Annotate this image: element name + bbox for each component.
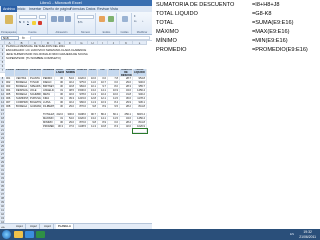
legend-row: TOTAL =SUMA(E9:E16)	[156, 19, 320, 28]
tray-language[interactable]: ES	[290, 232, 294, 236]
font-size-select[interactable]	[39, 15, 46, 19]
find-select-icon[interactable]: ⌕	[142, 20, 143, 23]
column-title[interactable]: APELLIDO	[29, 69, 42, 77]
align-left-icon[interactable]	[51, 16, 57, 22]
legend-label: MÍNIMO	[156, 38, 177, 44]
group-estilos: Estilos	[97, 13, 117, 34]
legend-formula: =PROMEDIO(E9:E16)	[252, 47, 308, 53]
taskbar: ES 19:32 21/06/2011	[0, 229, 320, 240]
column-header[interactable]: L	[133, 41, 147, 45]
column-title[interactable]: SUMATORIA DE DESCUENTO	[120, 69, 133, 77]
table-cell[interactable]: 30	[55, 105, 65, 109]
explorer-icon[interactable]	[14, 231, 23, 238]
table-cell[interactable]: FILIBERTO	[42, 105, 55, 109]
table-cell[interactable]: 29.0	[65, 105, 76, 109]
summary-cell[interactable]: 10.8	[98, 125, 108, 129]
summary-cell[interactable]: 32.0	[120, 125, 133, 129]
legend-label: TOTAL LIQUIDO	[156, 11, 198, 17]
sort-filter-icon[interactable]: A↓	[134, 20, 137, 23]
align-center-icon[interactable]	[58, 16, 64, 22]
font-name-select[interactable]	[19, 15, 37, 19]
group-numero: $ % Número	[76, 13, 96, 34]
percent-icon[interactable]: $ %	[78, 21, 82, 24]
fill-color-icon[interactable]	[32, 21, 36, 25]
column-title[interactable]: CODIGO	[5, 69, 15, 77]
summary-cell[interactable]: 1138.5	[76, 125, 88, 129]
column-title[interactable]: SUELDO	[76, 69, 88, 77]
column-title[interactable]: IGSS	[88, 69, 98, 77]
formula-legend: SUMATORIA DE DESCUENTO =I8+H8+J8 TOTAL LI…	[152, 0, 320, 229]
column-title[interactable]: TOTAL LIQUIDO	[133, 69, 147, 77]
column-title[interactable]: DESCUENTO	[108, 69, 120, 77]
group-celdas: Celdas	[118, 13, 132, 34]
column-title[interactable]: DEPARTAMENTO	[15, 69, 29, 77]
table-cell[interactable]: 870.0	[76, 105, 88, 109]
insert-cells-icon[interactable]	[122, 16, 128, 22]
legend-row: PROMEDIO =PROMEDIO(E9:E16)	[156, 46, 320, 55]
table-cell[interactable]: 28.2	[120, 105, 133, 109]
group-portapapeles: Portapapeles	[1, 13, 17, 34]
legend-row: MÍNIMO =MIN(E9:E16)	[156, 37, 320, 46]
quick-access-toolbar	[2, 1, 28, 14]
formula-input[interactable]	[30, 36, 150, 40]
table-cell[interactable]: GUZMAN	[29, 105, 42, 109]
summary-cell[interactable]: 30.3	[55, 125, 65, 129]
legend-label: MÁXIMO	[156, 29, 179, 35]
legend-formula: =I8+H8+J8	[252, 2, 280, 8]
legend-row: SUMATORIA DE DESCUENTO =I8+H8+J8	[156, 1, 320, 10]
summary-label[interactable]: PROMEDIO	[42, 125, 55, 129]
active-cell[interactable]	[132, 128, 148, 134]
table-cell[interactable]: 9.5	[108, 105, 120, 109]
legend-formula: =MIN(E9:E16)	[252, 38, 288, 44]
group-alineacion: Alineación	[49, 13, 75, 34]
group-modificar: Σ A↓ ⌕ Modificar	[134, 15, 148, 34]
legend-formula: =SUMA(E9:E16)	[252, 20, 294, 26]
conditional-format-icon[interactable]	[99, 16, 105, 22]
legend-formula: =MAX(E9:E16)	[252, 29, 290, 35]
excel-window: Libro1 - Microsoft Excel Archivo Inicio …	[0, 0, 152, 240]
table-cell[interactable]: 8.9	[98, 105, 108, 109]
banner-text: SUPERVISOR: [TU NOMBRE COMPLETO]	[6, 57, 61, 60]
number-format-select[interactable]	[77, 15, 94, 19]
spreadsheet-grid[interactable]: A B C D E F G H I J K L 1 PLANILLA MENSUAL DE SUELDOS…	[0, 41, 152, 223]
legend-formula: =G8-K8	[252, 11, 272, 17]
bold-icon[interactable]: N	[19, 21, 21, 24]
name-box[interactable]: N18	[1, 36, 19, 40]
column-title[interactable]: NOMBRE	[42, 69, 55, 77]
table-format-icon[interactable]	[108, 16, 114, 22]
ribbon: Portapapeles N K S Fuente Alineación $ %…	[0, 12, 152, 35]
column-header[interactable]: K	[120, 41, 133, 45]
paste-icon[interactable]	[5, 15, 13, 24]
wrap-text-icon[interactable]	[65, 16, 71, 22]
column-title[interactable]: DIAS LABORADOS	[55, 69, 65, 77]
summary-cell[interactable]: 8.3	[108, 125, 120, 129]
table-cell[interactable]: 841.8	[133, 105, 147, 109]
legend-row: MÁXIMO =MAX(E9:E16)	[156, 28, 320, 37]
column-title[interactable]: ISR	[98, 69, 108, 77]
table-cell[interactable]: 9.8	[88, 105, 98, 109]
start-button[interactable]	[2, 230, 11, 239]
legend-row: TOTAL LIQUIDO =G8-K8	[156, 10, 320, 19]
clock[interactable]: 19:32 21/06/2011	[299, 230, 316, 239]
italic-icon[interactable]: K	[23, 21, 25, 24]
legend-label: PROMEDIO	[156, 47, 187, 53]
group-fuente: N K S Fuente	[18, 13, 48, 34]
table-cell[interactable]: BODEGA	[15, 105, 29, 109]
column-title[interactable]: SALARIO NOMINAL	[65, 69, 76, 77]
legend-label: TOTAL	[156, 20, 174, 26]
column-header[interactable]: J	[108, 41, 120, 45]
browser-icon[interactable]	[25, 231, 34, 238]
autosum-button[interactable]: Σ	[134, 15, 136, 18]
excel-taskbar-icon[interactable]	[36, 231, 45, 238]
summary-cell[interactable]: 11.3	[88, 125, 98, 129]
font-color-icon[interactable]	[38, 21, 42, 25]
summary-cell[interactable]: 37.6	[65, 125, 76, 129]
underline-icon[interactable]: S	[27, 21, 29, 24]
clock-date: 21/06/2011	[299, 234, 316, 239]
table-cell[interactable]: 008	[5, 105, 15, 109]
legend-label: SUMATORIA DE DESCUENTO	[156, 2, 235, 8]
